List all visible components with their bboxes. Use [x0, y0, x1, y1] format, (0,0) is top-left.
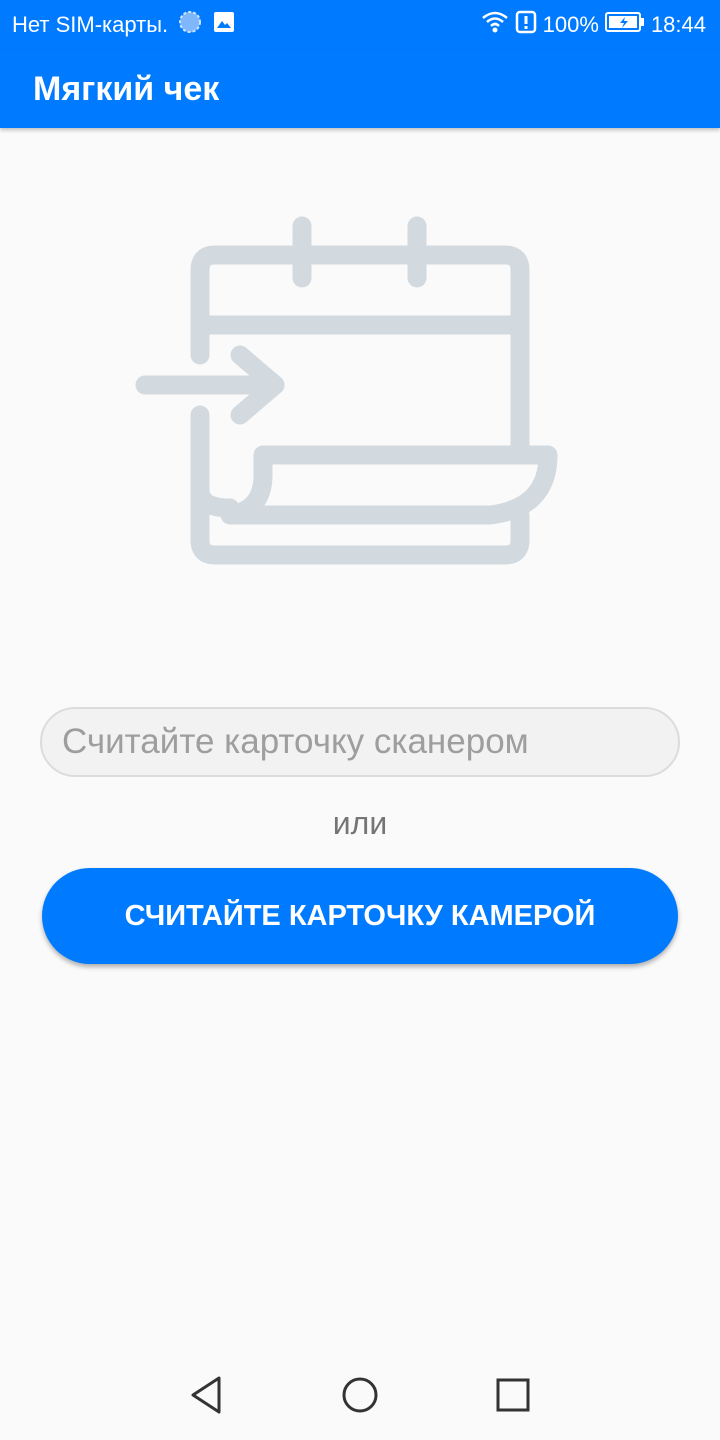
- image-icon: [212, 10, 236, 40]
- battery-percent: 100%: [542, 12, 599, 37]
- status-right: 100% 18:44: [481, 10, 706, 40]
- recents-icon[interactable]: [483, 1365, 543, 1425]
- or-divider-text: или: [332, 805, 388, 841]
- back-icon[interactable]: [177, 1365, 237, 1425]
- loading-dot-icon: [178, 10, 202, 40]
- scan-card-input[interactable]: [40, 707, 680, 777]
- home-icon[interactable]: [330, 1365, 390, 1425]
- app-bar: Мягкий чек: [0, 50, 720, 128]
- navigation-bar: [0, 1350, 720, 1440]
- carrier-text: Нет SIM-карты.: [12, 12, 169, 37]
- card-insert-illustration: [130, 210, 570, 580]
- status-bar: Нет SIM-карты. 100% 18:44: [0, 0, 720, 50]
- alert-icon: [515, 10, 537, 40]
- battery-charging-icon: [604, 11, 645, 39]
- scan-with-camera-button[interactable]: СЧИТАЙТЕ КАРТОЧКУ КАМЕРОЙ: [42, 868, 678, 964]
- status-left: Нет SIM-карты.: [12, 10, 236, 40]
- clock: 18:44: [650, 12, 706, 37]
- app-title: Мягкий чек: [33, 69, 220, 108]
- wifi-icon: [481, 10, 509, 40]
